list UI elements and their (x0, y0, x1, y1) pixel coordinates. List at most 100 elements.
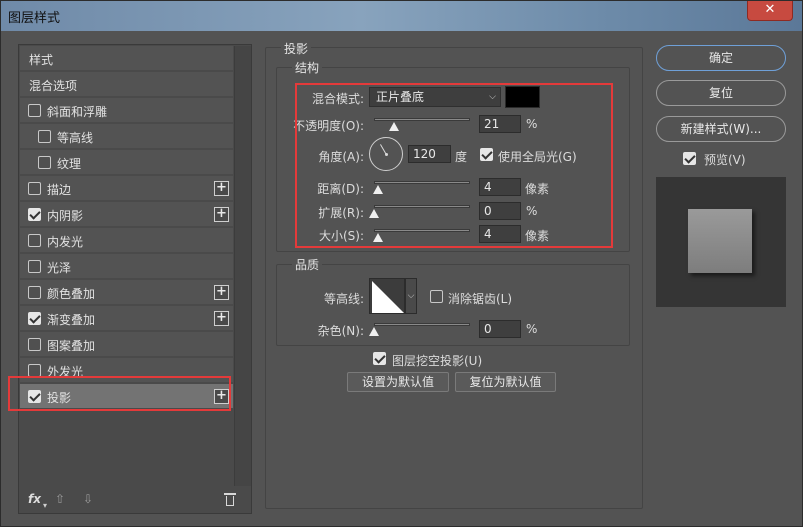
style-item-label: 图案叠加 (47, 339, 96, 353)
style-item[interactable]: 光泽 (20, 254, 233, 279)
style-list-scrollbar[interactable] (234, 46, 251, 486)
style-item[interactable]: 纹理 (20, 150, 233, 175)
style-preview (656, 177, 786, 307)
move-down-icon[interactable]: ⇩ (83, 492, 93, 506)
spread-input[interactable]: 0 (479, 202, 521, 220)
style-item-label: 混合选项 (29, 79, 78, 93)
style-item[interactable]: 渐变叠加 + (20, 306, 233, 331)
knockout-checkbox[interactable] (373, 352, 386, 365)
global-light-checkbox[interactable] (480, 148, 493, 161)
style-item-checkbox[interactable] (28, 390, 41, 403)
contour-preview-icon (372, 281, 404, 313)
ok-button[interactable]: 确定 (656, 45, 786, 71)
style-item-label: 渐变叠加 (47, 313, 96, 327)
antialias-checkbox[interactable] (430, 290, 443, 303)
style-item[interactable]: 投影 + (20, 384, 233, 409)
style-item[interactable]: 斜面和浮雕 (20, 98, 233, 123)
contour-label: 等高线: (323, 292, 364, 306)
chevron-down-icon: ⌵ (489, 92, 496, 102)
add-effect-plus-icon[interactable]: + (214, 285, 229, 300)
style-list-footer: fx ▾ ⇧ ⇩ (19, 488, 251, 513)
move-up-icon[interactable]: ⇧ (55, 492, 65, 506)
contour-dropdown-button[interactable]: ⌵ (405, 278, 417, 314)
style-item[interactable]: 颜色叠加 + (20, 280, 233, 305)
preview-checkbox[interactable] (683, 152, 696, 165)
add-effect-plus-icon[interactable]: + (214, 389, 229, 404)
reset-button[interactable]: 复位 (656, 80, 786, 106)
style-item[interactable]: 样式 (20, 46, 233, 71)
spread-slider-track[interactable] (374, 205, 470, 208)
noise-slider-thumb[interactable] (369, 327, 379, 336)
distance-label: 距离(D): (317, 182, 364, 196)
add-effect-plus-icon[interactable]: + (214, 207, 229, 222)
distance-slider-track[interactable] (374, 181, 470, 184)
size-slider-track[interactable] (374, 229, 470, 232)
knockout-label: 图层挖空投影(U) (392, 354, 483, 368)
blend-mode-select[interactable]: 正片叠底 ⌵ (369, 87, 501, 107)
style-item[interactable]: 图案叠加 (20, 332, 233, 357)
style-preview-swatch (688, 209, 752, 273)
title-bar[interactable]: 图层样式 ✕ (1, 1, 802, 31)
distance-unit: 像素 (525, 182, 550, 196)
style-item[interactable]: 混合选项 (20, 72, 233, 97)
style-item[interactable]: 描边 + (20, 176, 233, 201)
style-item-label: 描边 (47, 183, 72, 197)
style-item-label: 斜面和浮雕 (47, 105, 108, 119)
shadow-color-swatch[interactable] (505, 86, 540, 108)
noise-input[interactable]: 0 (479, 320, 521, 338)
style-item[interactable]: 内阴影 + (20, 202, 233, 227)
spread-slider-thumb[interactable] (369, 209, 379, 218)
angle-input[interactable]: 120 (408, 145, 451, 163)
style-item-label: 外发光 (47, 365, 84, 379)
new-style-button[interactable]: 新建样式(W)... (656, 116, 786, 142)
angle-label: 角度(A): (318, 150, 364, 164)
window-title: 图层样式 (8, 11, 61, 26)
style-item-label: 样式 (29, 53, 54, 67)
add-effect-plus-icon[interactable]: + (214, 311, 229, 326)
noise-label: 杂色(N): (317, 324, 364, 338)
style-item-checkbox[interactable] (28, 234, 41, 247)
set-as-default-button[interactable]: 设置为默认值 (347, 372, 449, 392)
fx-menu-button[interactable]: fx (28, 492, 41, 506)
opacity-slider-thumb[interactable] (389, 122, 400, 131)
contour-picker[interactable] (369, 278, 405, 314)
style-item-label: 内阴影 (47, 209, 84, 223)
quality-group-title: 品质 (292, 256, 323, 273)
distance-slider-thumb[interactable] (373, 185, 383, 194)
style-item-checkbox[interactable] (28, 104, 41, 117)
style-item-checkbox[interactable] (38, 130, 51, 143)
angle-dial[interactable] (369, 137, 403, 171)
noise-slider-track[interactable] (374, 323, 470, 326)
size-unit: 像素 (525, 229, 550, 243)
drop-shadow-section-title: 投影 (281, 40, 312, 57)
opacity-label: 不透明度(O): (293, 119, 364, 133)
add-effect-plus-icon[interactable]: + (214, 181, 229, 196)
style-item-checkbox[interactable] (28, 312, 41, 325)
style-item-checkbox[interactable] (28, 364, 41, 377)
reset-to-default-button[interactable]: 复位为默认值 (455, 372, 556, 392)
distance-input[interactable]: 4 (479, 178, 521, 196)
style-item[interactable]: 等高线 (20, 124, 233, 149)
style-item[interactable]: 内发光 (20, 228, 233, 253)
preview-label: 预览(V) (704, 153, 746, 167)
style-item-label: 等高线 (57, 131, 94, 145)
size-slider-thumb[interactable] (373, 233, 383, 242)
style-item-checkbox[interactable] (38, 156, 51, 169)
delete-effect-trash-icon[interactable] (224, 492, 236, 506)
angle-unit: 度 (455, 150, 468, 164)
blend-mode-label: 混合模式: (311, 92, 364, 106)
opacity-slider-track[interactable] (374, 118, 470, 121)
style-item-label: 颜色叠加 (47, 287, 96, 301)
style-item-checkbox[interactable] (28, 260, 41, 273)
style-item[interactable]: 外发光 (20, 358, 233, 383)
style-item-checkbox[interactable] (28, 338, 41, 351)
layer-style-dialog: 图层样式 ✕ 样式混合选项斜面和浮雕等高线纹理描边 + 内阴影 + 内发光 光泽颜色叠加 +… (0, 0, 803, 527)
opacity-input[interactable]: 21 (479, 115, 521, 133)
close-button[interactable]: ✕ (747, 1, 793, 21)
fx-dropdown-caret-icon: ▾ (43, 501, 48, 510)
size-input[interactable]: 4 (479, 225, 521, 243)
antialias-label: 消除锯齿(L) (448, 292, 513, 306)
style-item-checkbox[interactable] (28, 182, 41, 195)
style-item-checkbox[interactable] (28, 286, 41, 299)
style-item-checkbox[interactable] (28, 208, 41, 221)
